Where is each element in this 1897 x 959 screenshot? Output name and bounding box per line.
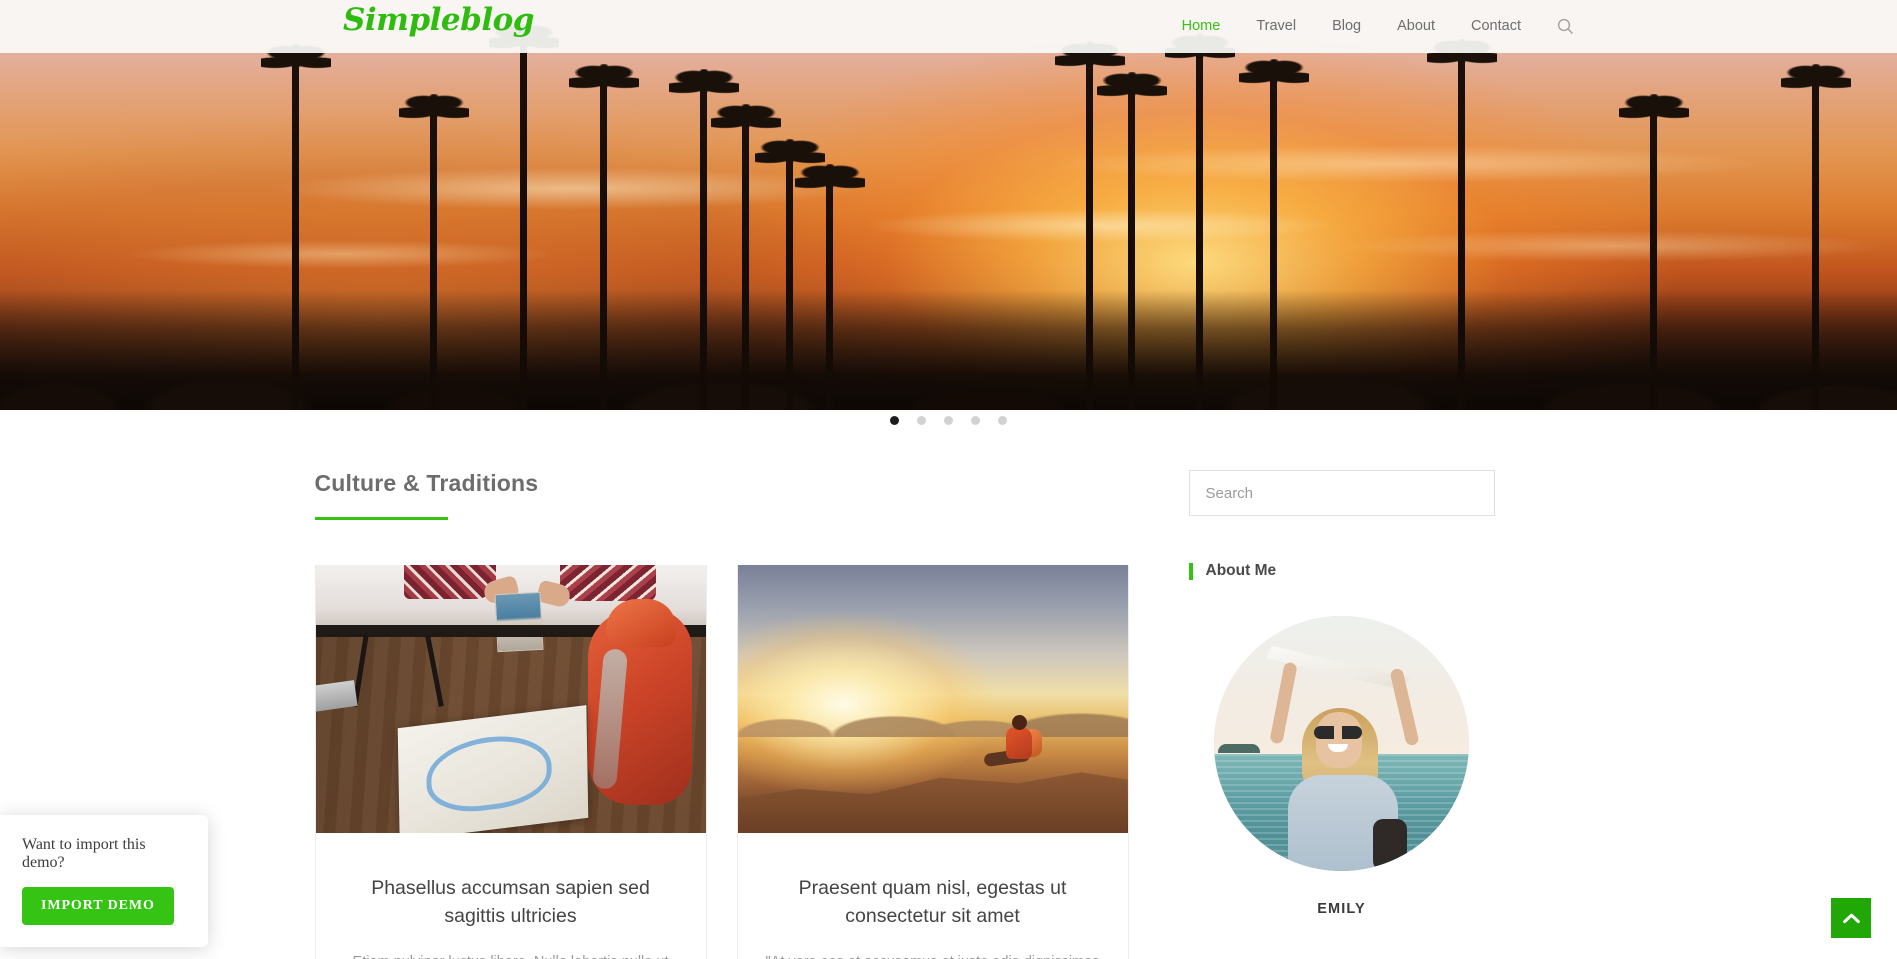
palm-tree <box>710 104 781 410</box>
palm-tree <box>1238 59 1309 410</box>
palm-tree <box>1054 42 1125 410</box>
search-icon[interactable] <box>1553 15 1577 39</box>
palm-tree <box>1164 34 1235 410</box>
slider-dot-3[interactable] <box>944 416 953 425</box>
post-body: Phasellus accumsan sapien sed sagittis u… <box>316 833 706 959</box>
site-logo[interactable]: Simpleblog <box>343 2 534 38</box>
palm-tree <box>1426 39 1497 410</box>
post-thumbnail[interactable] <box>737 565 1128 833</box>
post-body: Praesent quam nisl, egestas ut consectet… <box>738 833 1128 959</box>
main-column: Culture & Traditions Phasellus accumsan … <box>314 470 1129 959</box>
hero-slider[interactable] <box>0 0 1897 410</box>
widget-title-label: About Me <box>1205 562 1277 579</box>
section-title: Culture & Traditions <box>314 470 539 496</box>
post-excerpt: "At vero eos et accusamus et iusto odio … <box>762 951 1104 959</box>
import-demo-button[interactable]: IMPORT DEMO <box>22 887 174 925</box>
content-area: Culture & Traditions Phasellus accumsan … <box>0 470 1897 959</box>
slider-dot-4[interactable] <box>971 416 980 425</box>
palm-tree <box>754 139 825 410</box>
chevron-up-icon <box>1842 913 1860 923</box>
slider-dot-1[interactable] <box>890 416 899 425</box>
slider-dot-2[interactable] <box>917 416 926 425</box>
palm-tree <box>260 44 331 410</box>
search-input[interactable] <box>1188 470 1495 516</box>
site-header: Simpleblog Home Travel Blog About Contac… <box>0 0 1897 53</box>
slider-pagination[interactable] <box>0 416 1897 425</box>
palm-tree <box>398 94 469 410</box>
widget-title: About Me <box>1188 562 1495 580</box>
post-card[interactable]: Praesent quam nisl, egestas ut consectet… <box>736 565 1129 959</box>
scroll-to-top-button[interactable] <box>1831 898 1871 938</box>
post-thumbnail[interactable] <box>315 565 706 833</box>
nav-item-home[interactable]: Home <box>1164 0 1239 53</box>
section-title-underline <box>314 517 448 520</box>
about-me-avatar <box>1214 616 1469 871</box>
palm-tree <box>488 24 559 410</box>
palm-tree <box>1096 72 1167 410</box>
import-demo-popup: Want to import this demo? IMPORT DEMO <box>0 815 208 947</box>
palm-tree <box>794 164 865 410</box>
nav-item-blog[interactable]: Blog <box>1314 0 1379 53</box>
hero-bushes <box>0 305 1897 410</box>
post-excerpt: Etiam pulvinar luctus libero. Nulla lobo… <box>340 951 682 959</box>
palm-tree <box>1618 94 1689 410</box>
page-root: Simpleblog Home Travel Blog About Contac… <box>0 0 1897 959</box>
slider-dot-5[interactable] <box>998 416 1007 425</box>
nav-item-contact[interactable]: Contact <box>1453 0 1539 53</box>
nav-item-travel[interactable]: Travel <box>1238 0 1314 53</box>
about-me-widget: About Me EMILY <box>1188 562 1495 917</box>
import-demo-question: Want to import this demo? <box>22 836 146 871</box>
content-container: Culture & Traditions Phasellus accumsan … <box>314 470 1583 959</box>
sidebar: About Me <box>1188 470 1495 935</box>
main-navigation: Home Travel Blog About Contact <box>1164 0 1577 53</box>
about-me-name: EMILY <box>1317 901 1366 917</box>
widget-accent-bar <box>1188 562 1193 580</box>
post-card[interactable]: Phasellus accumsan sapien sed sagittis u… <box>314 565 707 959</box>
palm-tree <box>668 69 739 410</box>
post-grid: Phasellus accumsan sapien sed sagittis u… <box>314 565 1129 959</box>
post-title[interactable]: Praesent quam nisl, egestas ut consectet… <box>762 875 1104 930</box>
post-title[interactable]: Phasellus accumsan sapien sed sagittis u… <box>340 875 682 930</box>
nav-item-about[interactable]: About <box>1379 0 1453 53</box>
palm-tree <box>568 64 639 410</box>
palm-tree <box>1780 64 1851 410</box>
